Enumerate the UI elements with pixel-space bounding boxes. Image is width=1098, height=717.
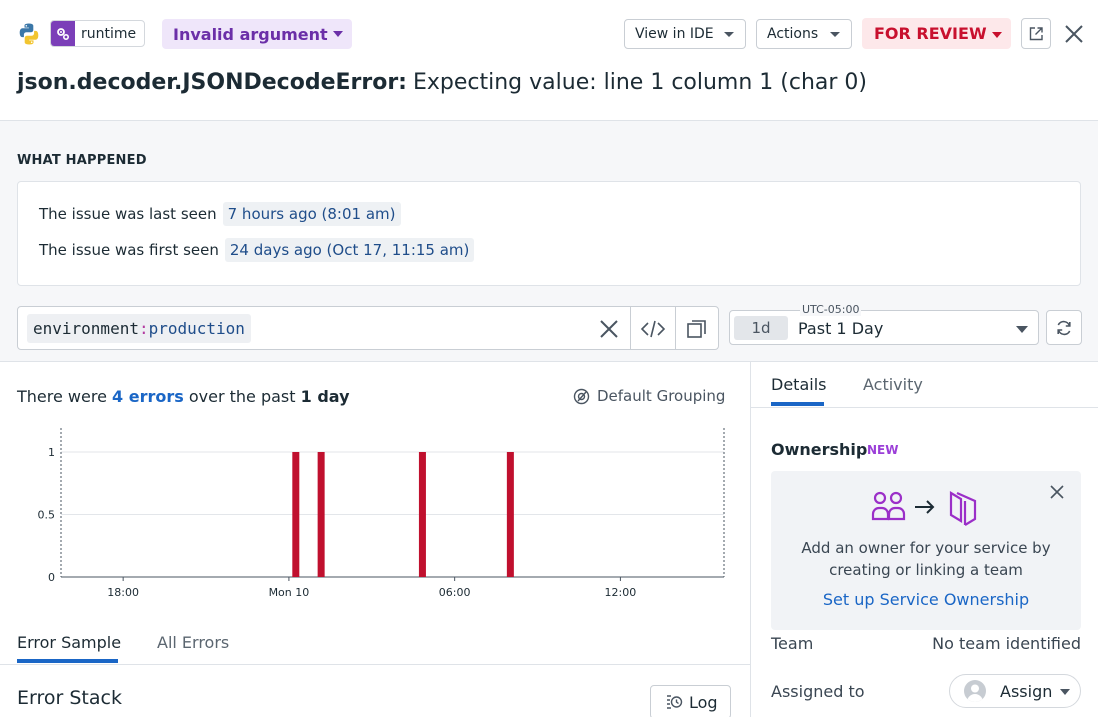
y-tick-label: 1 — [48, 446, 55, 459]
x-tick-label: 18:00 — [107, 586, 139, 599]
error-bar — [506, 452, 514, 577]
refresh-icon — [1057, 320, 1071, 335]
team-label: Team — [771, 634, 814, 653]
grouping-icon — [573, 388, 590, 404]
external-link-icon — [1029, 26, 1043, 40]
first-seen-value[interactable]: 24 days ago (Oct 17, 11:15 am) — [224, 238, 475, 262]
ownership-card: Add an owner for your service by creatin… — [771, 471, 1081, 630]
what-happened-card: The issue was last seen 7 hours ago (8:0… — [17, 181, 1081, 286]
service-gear-icon — [51, 21, 75, 46]
chevron-down-icon — [724, 32, 734, 37]
panel-divider — [750, 362, 751, 717]
query-key: environment — [33, 319, 139, 338]
chevron-down-icon — [992, 32, 1002, 38]
last-seen-text: The issue was last seen — [39, 205, 217, 223]
log-icon — [667, 695, 683, 709]
search-query-box[interactable]: environment: production — [17, 306, 719, 350]
assign-label: Assign — [1000, 681, 1053, 701]
last-seen-row: The issue was last seen 7 hours ago (8:0… — [39, 202, 401, 226]
status-dropdown[interactable]: FOR REVIEW — [862, 18, 1011, 49]
assigned-to-label: Assigned to — [771, 682, 865, 701]
new-badge: NEW — [867, 443, 899, 457]
details-tabs: Details Activity — [751, 362, 1098, 408]
team-icon — [871, 491, 906, 521]
close-icon[interactable] — [1049, 484, 1065, 500]
summary-middle: over the past — [188, 387, 296, 406]
user-icon — [967, 684, 983, 702]
first-seen-row: The issue was first seen 24 days ago (Oc… — [39, 238, 475, 262]
y-tick-label: 0 — [48, 571, 55, 584]
y-tick-label: 0.5 — [38, 509, 56, 522]
divider — [675, 307, 676, 349]
error-bar — [317, 452, 325, 577]
x-tick-label: Mon 10 — [269, 586, 310, 599]
last-seen-value[interactable]: 7 hours ago (8:01 am) — [222, 202, 401, 226]
close-icon[interactable] — [1062, 22, 1086, 46]
time-range-picker[interactable]: 1d Past 1 Day — [729, 310, 1039, 345]
view-in-ide-label: View in IDE — [635, 26, 714, 42]
avatar — [964, 680, 986, 702]
tab-error-sample[interactable]: Error Sample — [17, 633, 121, 652]
team-value: No team identified — [932, 634, 1081, 653]
chevron-down-icon — [1060, 689, 1070, 695]
default-grouping-button[interactable]: Default Grouping — [573, 387, 725, 405]
tab-activity[interactable]: Activity — [863, 375, 923, 394]
ownership-description: Add an owner for your service by creatin… — [801, 539, 1051, 579]
exception-message: Expecting value: line 1 column 1 (char 0… — [412, 70, 868, 95]
tab-details[interactable]: Details — [771, 375, 826, 394]
summary-prefix: There were — [17, 387, 107, 406]
query-separator: : — [138, 319, 149, 338]
team-to-service-icon — [871, 491, 977, 526]
error-bar — [418, 452, 426, 577]
arrow-right-icon — [915, 500, 935, 514]
time-range-badge: 1d — [734, 316, 788, 340]
log-label: Log — [689, 692, 718, 712]
chevron-down-icon — [333, 31, 343, 37]
chevron-down-icon — [1016, 326, 1028, 333]
active-tab-indicator — [771, 402, 824, 406]
view-in-ide-button[interactable]: View in IDE — [624, 19, 746, 49]
actions-button[interactable]: Actions — [756, 19, 852, 49]
refresh-button[interactable] — [1046, 310, 1082, 345]
grouping-label: Default Grouping — [597, 387, 726, 405]
error-stack-heading: Error Stack — [17, 687, 122, 709]
setup-ownership-link[interactable]: Set up Service Ownership — [771, 590, 1081, 609]
what-happened-heading: WHAT HAPPENED — [17, 153, 147, 168]
log-button[interactable]: Log — [650, 685, 731, 717]
ownership-heading: Ownership — [771, 440, 868, 459]
query-filter-pill[interactable]: environment: production — [27, 314, 251, 343]
query-value: production — [148, 319, 245, 338]
error-bar — [292, 452, 300, 577]
x-tick-label: 06:00 — [439, 586, 471, 599]
service-chip[interactable]: runtime — [50, 20, 146, 47]
tab-all-errors[interactable]: All Errors — [157, 633, 229, 652]
timezone-label: UTC-05:00 — [800, 303, 862, 316]
status-label: FOR REVIEW — [874, 24, 987, 43]
chevron-down-icon — [830, 32, 840, 37]
error-count-link[interactable]: 4 errors — [112, 387, 184, 406]
clear-icon[interactable] — [598, 318, 620, 340]
time-range-label: Past 1 Day — [798, 319, 884, 338]
first-seen-text: The issue was first seen — [39, 241, 219, 259]
python-icon — [19, 23, 39, 45]
active-tab-indicator — [17, 659, 118, 663]
error-tabs: Error Sample All Errors — [0, 628, 750, 665]
code-icon[interactable] — [640, 318, 666, 340]
actions-label: Actions — [767, 26, 819, 42]
exception-class: json.decoder.JSONDecodeError: — [17, 70, 407, 95]
error-count-summary: There were 4 errors over the past 1 day — [17, 387, 350, 406]
error-type-dropdown[interactable]: Invalid argument — [162, 19, 352, 49]
divider — [630, 307, 631, 349]
copy-icon[interactable] — [686, 318, 708, 340]
service-label: runtime — [81, 25, 137, 42]
open-external-button[interactable] — [1021, 18, 1051, 49]
page-title: json.decoder.JSONDecodeError: Expecting v… — [17, 70, 867, 95]
service-icon — [949, 491, 977, 526]
assign-button[interactable]: Assign — [949, 674, 1081, 708]
issue-header: runtime Invalid argument View in IDE Act… — [0, 0, 1098, 121]
error-type-label: Invalid argument — [173, 24, 328, 44]
x-tick-label: 12:00 — [605, 586, 637, 599]
summary-period: 1 day — [300, 387, 350, 406]
errors-bar-chart: 0 0.5 1 18:00 Mon 10 06:00 12:00 — [38, 428, 725, 599]
